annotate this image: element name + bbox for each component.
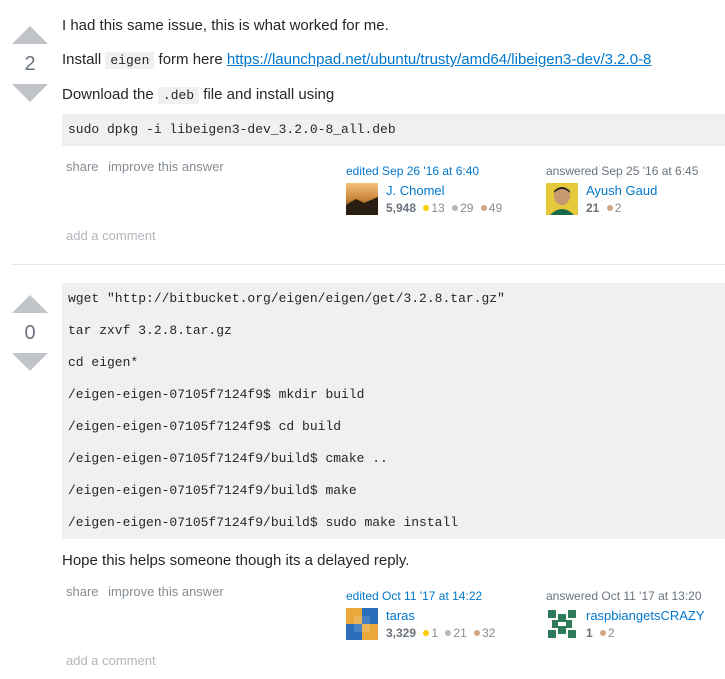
upvote-arrow-icon[interactable] (12, 295, 48, 313)
answer-body: wget "http://bitbucket.org/eigen/eigen/g… (62, 283, 725, 571)
code-line: /eigen-eigen-07105f7124f9/build$ sudo ma… (68, 515, 459, 530)
vote-count: 2 (24, 53, 36, 75)
answer-body: I had this same issue, this is what work… (62, 16, 725, 146)
add-comment-link[interactable]: add a comment (66, 653, 156, 668)
user-details: J. Chomel 5,948 13 29 49 (346, 183, 536, 217)
code-line: tar zxvf 3.2.8.tar.gz (68, 323, 232, 338)
avatar[interactable] (346, 608, 378, 640)
bronze-count: 32 (482, 626, 496, 640)
gold-count: 1 (431, 626, 439, 640)
answered-time: answered Sep 25 '16 at 6:45 (546, 164, 699, 178)
vote-cell: 2 (10, 26, 50, 102)
bronze-count: 49 (488, 201, 503, 215)
bronze-count: 2 (608, 626, 615, 640)
downvote-arrow-icon[interactable] (12, 353, 48, 371)
improve-answer-link[interactable]: improve this answer (108, 584, 224, 599)
reputation: 21 2 (586, 201, 621, 215)
launchpad-link[interactable]: https://launchpad.net/ubuntu/trusty/amd6… (227, 51, 651, 68)
avatar[interactable] (546, 608, 578, 640)
user-name-link[interactable]: Ayush Gaud (586, 183, 657, 198)
answer-text: Hope this helps someone though its a del… (62, 552, 410, 569)
user-details: taras 3,329 1 21 32 (346, 608, 536, 642)
silver-badge-icon (445, 630, 452, 637)
inline-code: .deb (157, 87, 200, 104)
inline-code: eigen (105, 52, 155, 69)
rep-score: 5,948 (386, 201, 417, 215)
improve-answer-link[interactable]: improve this answer (108, 159, 224, 174)
editor-signature: edited Sep 26 '16 at 6:40 J. Chomel 5,94… (346, 163, 536, 217)
vote-cell: 0 (10, 295, 50, 371)
user-details: Ayush Gaud 21 2 (546, 183, 721, 217)
reputation: 5,948 13 29 49 (386, 201, 502, 215)
bronze-count: 2 (614, 201, 622, 215)
code-line: /eigen-eigen-07105f7124f9$ mkdir build (68, 387, 365, 402)
code-block: wget "http://bitbucket.org/eigen/eigen/g… (62, 283, 725, 539)
upvote-arrow-icon[interactable] (12, 26, 48, 44)
edited-time-link[interactable]: edited Sep 26 '16 at 6:40 (346, 163, 536, 179)
post-menu: share improve this answer (66, 159, 230, 174)
install-prefix: Install (62, 51, 102, 68)
rep-score: 21 (586, 201, 600, 215)
rep-score: 3,329 (386, 626, 417, 640)
answered-time: answered Oct 11 '17 at 13:20 (546, 589, 702, 603)
answer-text: I had this same issue, this is what work… (62, 17, 389, 34)
reputation: 1 2 (586, 626, 615, 640)
code-line: /eigen-eigen-07105f7124f9/build$ make (68, 483, 357, 498)
answer-2: 0 wget "http://bitbucket.org/eigen/eigen… (0, 265, 725, 679)
downvote-arrow-icon[interactable] (12, 84, 48, 102)
user-name-link[interactable]: raspbiangetsCRAZY (586, 608, 705, 623)
share-link[interactable]: share (66, 584, 99, 599)
code-line: /eigen-eigen-07105f7124f9/build$ cmake .… (68, 451, 388, 466)
gold-badge-icon (423, 630, 430, 637)
silver-count: 29 (460, 201, 474, 215)
download-prefix: Download the (62, 86, 154, 103)
gold-count: 13 (431, 201, 445, 215)
bronze-badge-icon (480, 205, 487, 212)
post-menu: share improve this answer (66, 584, 230, 599)
bronze-badge-icon (606, 205, 613, 212)
install-mid: form here (158, 51, 223, 68)
edited-time-link[interactable]: edited Oct 11 '17 at 14:22 (346, 588, 536, 604)
author-signature: answered Oct 11 '17 at 13:20 raspbianget… (546, 588, 721, 642)
user-name-link[interactable]: taras (386, 608, 415, 623)
silver-badge-icon (452, 205, 459, 212)
gold-badge-icon (423, 205, 430, 212)
add-comment-link[interactable]: add a comment (66, 228, 156, 243)
install-line: Install eigen form here https://launchpa… (62, 50, 725, 71)
code-block: sudo dpkg -i libeigen3-dev_3.2.0-8_all.d… (62, 114, 725, 146)
user-name-link[interactable]: J. Chomel (386, 183, 445, 198)
code-line: cd eigen* (68, 355, 139, 370)
share-link[interactable]: share (66, 159, 99, 174)
author-signature: answered Sep 25 '16 at 6:45 Ayush Gaud 2… (546, 163, 721, 217)
code-line: /eigen-eigen-07105f7124f9$ cd build (68, 419, 342, 434)
silver-count: 21 (453, 626, 467, 640)
code-line: wget "http://bitbucket.org/eigen/eigen/g… (68, 291, 505, 306)
vote-count: 0 (24, 322, 36, 344)
download-suffix: file and install using (203, 86, 335, 103)
reputation: 3,329 1 21 32 (386, 626, 495, 640)
editor-signature: edited Oct 11 '17 at 14:22 taras 3,329 1… (346, 588, 536, 642)
code-line: sudo dpkg -i libeigen3-dev_3.2.0-8_all.d… (68, 122, 396, 137)
user-details: raspbiangetsCRAZY 1 2 (546, 608, 721, 642)
bronze-badge-icon (600, 630, 607, 637)
avatar[interactable] (346, 183, 378, 215)
bronze-badge-icon (474, 630, 481, 637)
rep-score: 1 (586, 626, 593, 640)
download-line: Download the .deb file and install using (62, 85, 725, 106)
avatar[interactable] (546, 183, 578, 215)
answer-1: 2 I had this same issue, this is what wo… (0, 0, 725, 262)
